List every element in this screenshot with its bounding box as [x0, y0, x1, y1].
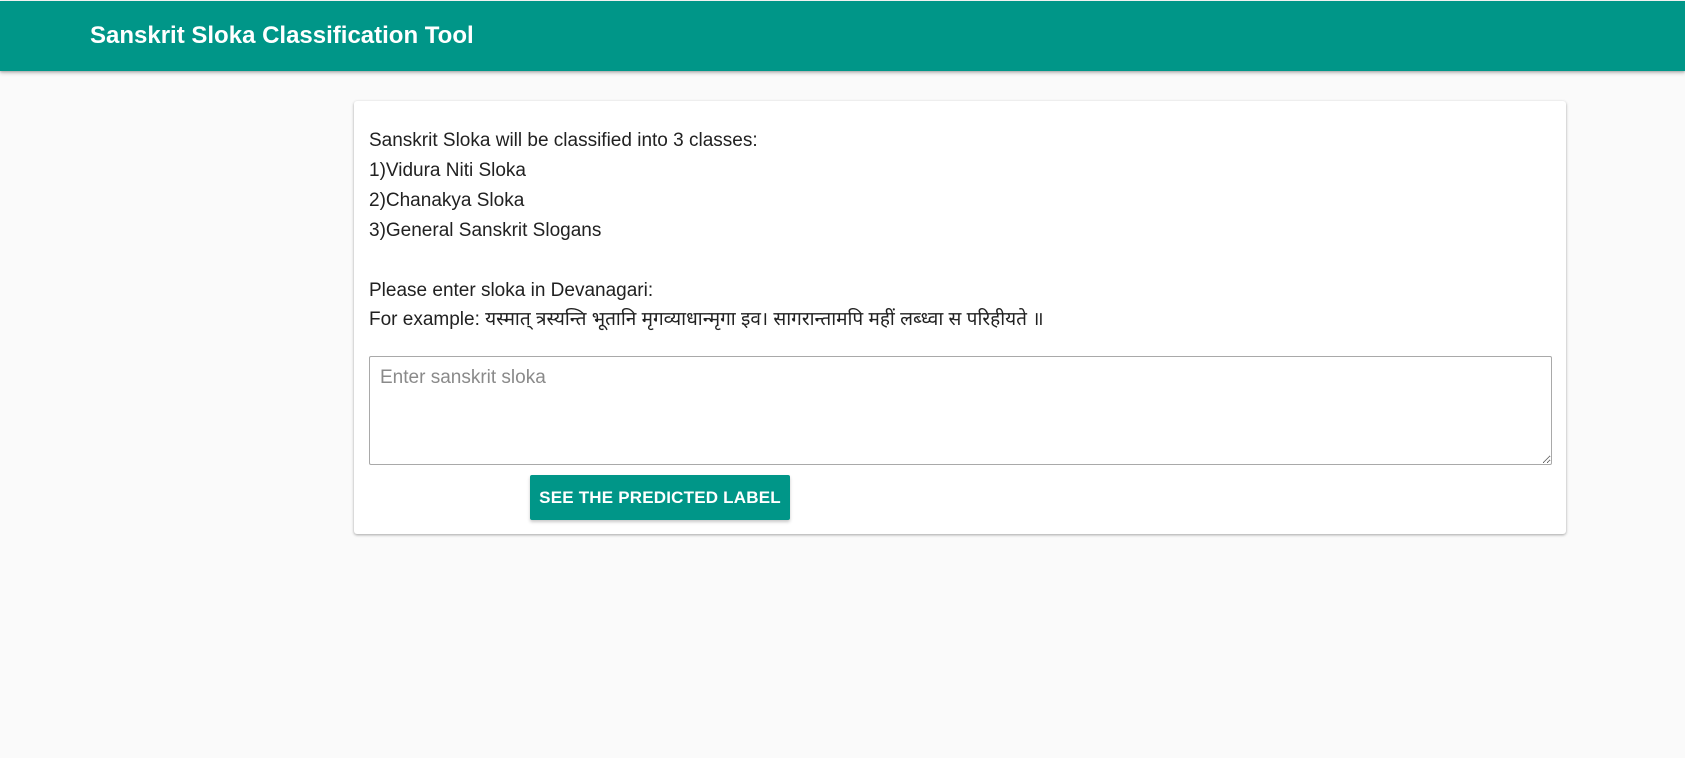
example-text: For example: यस्मात् त्रस्यन्ति भूतानि म… [369, 309, 1044, 330]
app-title: Sanskrit Sloka Classification Tool [90, 22, 474, 49]
app-bar: Sanskrit Sloka Classification Tool [0, 1, 1685, 71]
class-item-vidura-niti: 1)Vidura Niti Sloka [369, 160, 527, 181]
class-item-chanakya: 2)Chanakya Sloka [369, 190, 525, 211]
sloka-input[interactable] [369, 356, 1552, 465]
classification-card: Sanskrit Sloka will be classified into 3… [354, 101, 1566, 534]
intro-text: Sanskrit Sloka will be classified into 3… [369, 130, 758, 151]
instruction-text: Please enter sloka in Devanagari: [369, 280, 654, 301]
see-predicted-label-button[interactable]: SEE THE PREDICTED LABEL [530, 475, 790, 520]
class-item-general: 3)General Sanskrit Slogans [369, 220, 602, 241]
